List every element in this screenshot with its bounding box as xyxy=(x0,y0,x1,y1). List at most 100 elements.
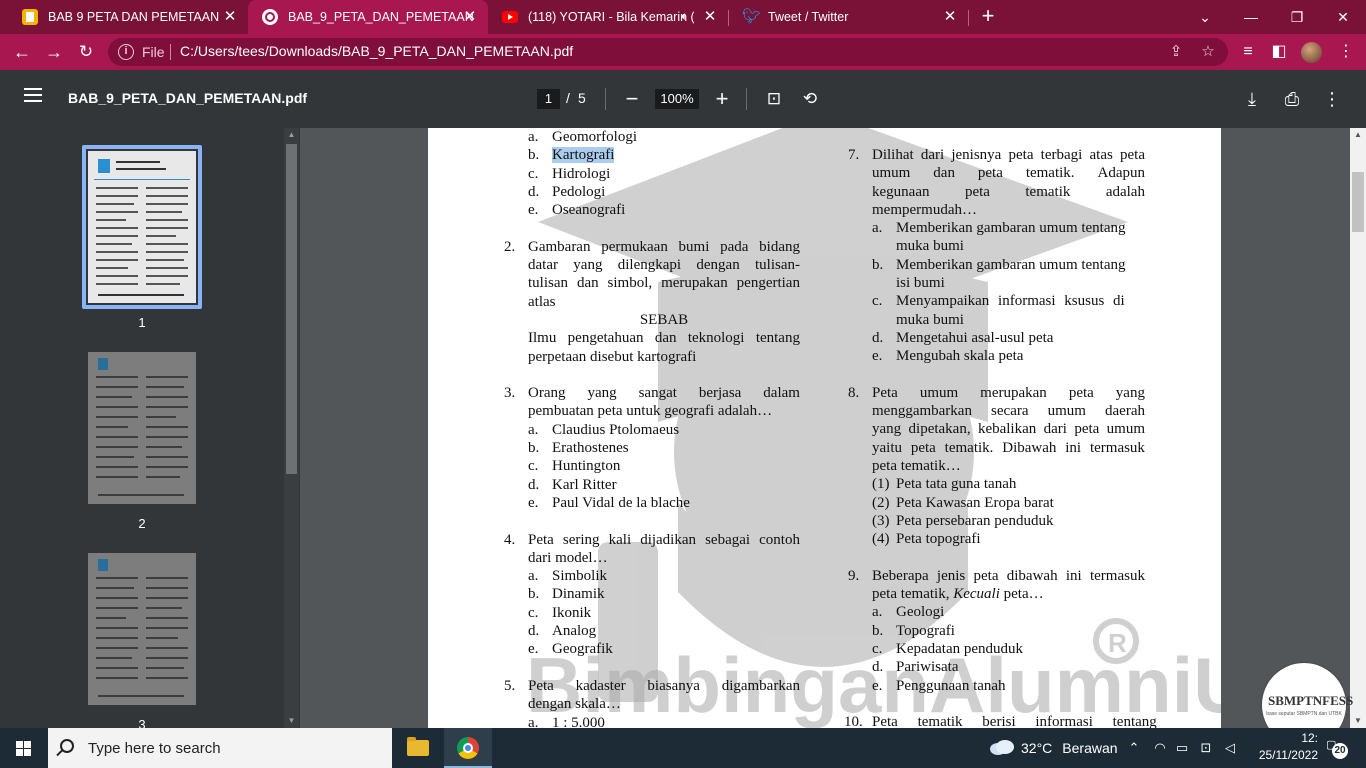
windows-logo-icon xyxy=(16,741,31,756)
scheme-label: File xyxy=(142,44,165,60)
zoom-level-input[interactable]: 100% xyxy=(655,89,699,109)
q1-option-c: c. Hidrologi xyxy=(528,165,611,182)
q9-option-b: b. Topografi xyxy=(872,622,955,639)
zoom-in-button[interactable]: + xyxy=(710,87,734,111)
cloud-weather-icon xyxy=(990,740,1014,755)
question-3-text: Orang yang sangat berjasa dalam pembuatan pe… xyxy=(528,385,800,420)
volume-icon[interactable]: ◁ xyxy=(1222,740,1238,756)
fit-to-page-icon[interactable]: ⊡ xyxy=(762,87,786,111)
scrollbar-thumb[interactable] xyxy=(1352,172,1364,232)
side-panel-icon[interactable]: ◧ xyxy=(1267,40,1291,64)
file-explorer-button[interactable] xyxy=(394,728,442,768)
toolbar: ← → ↻ i File C:/Users/tees/Downloads/BAB… xyxy=(0,34,1366,70)
new-tab-button[interactable]: + xyxy=(976,5,1000,29)
chrome-taskbar-button[interactable] xyxy=(444,728,492,768)
q3-option-a: a. Claudius Ptolomaeus xyxy=(528,421,680,438)
more-options-icon[interactable]: ⋮ xyxy=(1320,87,1344,111)
thumbnail-image xyxy=(88,151,196,303)
restore-button[interactable]: ❐ xyxy=(1274,0,1320,34)
hamburger-menu-icon[interactable] xyxy=(24,88,42,102)
thumbnail-label: 2 xyxy=(138,516,146,531)
pdf-filename: BAB_9_PETA_DAN_PEMETAAN.pdf xyxy=(68,90,308,106)
scrollbar-thumb[interactable] xyxy=(286,144,297,474)
close-icon[interactable]: ✕ xyxy=(702,9,718,25)
weather-temp: 32°C xyxy=(1021,740,1053,756)
close-window-button[interactable]: ✕ xyxy=(1320,0,1366,34)
tab-title: BAB_9_PETA_DAN_PEMETAAN.pd xyxy=(288,10,474,24)
youtube-icon xyxy=(502,11,518,23)
divider xyxy=(746,88,747,110)
q9-option-e: e. Penggunaan tanah xyxy=(872,677,1006,694)
chevron-up-icon[interactable]: ⌃ xyxy=(1126,740,1142,756)
scroll-down-arrow[interactable]: ▼ xyxy=(284,714,299,728)
q4-option-e: e. Geografik xyxy=(528,641,613,658)
tab-title: (118) YOTARI - Bila Kemarin ( xyxy=(528,10,694,24)
divider xyxy=(605,88,606,110)
q8-item-3: (3) Peta persebaran penduduk xyxy=(872,512,1054,529)
thumbnail-label: 1 xyxy=(138,315,146,330)
minimize-button[interactable]: — xyxy=(1228,0,1274,34)
tab-bab9-doc[interactable]: BAB 9 PETA DAN PEMETAAN ✕ xyxy=(8,0,248,34)
menu-kebab-icon[interactable]: ⋮ xyxy=(1334,40,1358,64)
profile-avatar[interactable] xyxy=(1301,42,1322,63)
tab-youtube[interactable]: (118) YOTARI - Bila Kemarin ( 🔈︎ ✕ xyxy=(488,0,728,34)
weather-text: Berawan xyxy=(1062,740,1118,756)
q4-option-d: d. Analog xyxy=(528,623,597,640)
notification-center-button[interactable]: ▢ 20 xyxy=(1326,738,1348,759)
download-icon[interactable]: ⤓ xyxy=(1240,87,1264,111)
badge-title: SBMPTNFESS xyxy=(1268,693,1354,708)
wifi-icon[interactable]: ◠ xyxy=(1152,740,1168,756)
pdf-viewer: R BimbinganAlumniUI a. Geomorfologi b. Kar… xyxy=(300,128,1350,728)
system-clock[interactable]: 12: 25/11/2022 xyxy=(1258,730,1318,764)
tab-search-button[interactable]: ⌄ xyxy=(1182,0,1228,34)
document-scrollbar[interactable]: ▲ ▼ xyxy=(1350,128,1366,728)
rotate-icon[interactable]: ⟲ xyxy=(798,87,822,111)
clock-time: 12: xyxy=(1301,731,1318,745)
tab-strip: BAB 9 PETA DAN PEMETAAN ✕ BAB_9_PETA_DAN… xyxy=(0,0,1366,34)
tab-twitter[interactable]: 🐦︎ Tweet / Twitter ✕ xyxy=(728,0,968,34)
sidebar-scrollbar[interactable]: ▲ ▼ xyxy=(284,128,299,728)
tab-divider xyxy=(968,10,969,26)
close-icon[interactable]: ✕ xyxy=(942,9,958,25)
q4-option-b: b. Dinamik xyxy=(528,586,605,603)
q1-option-e: e. Oseanografi xyxy=(528,202,626,219)
back-button[interactable]: ← xyxy=(10,40,34,64)
tab-pdf-active[interactable]: BAB_9_PETA_DAN_PEMETAAN.pd ✕ xyxy=(248,0,488,34)
close-icon[interactable]: ✕ xyxy=(462,9,478,25)
start-button[interactable] xyxy=(0,728,48,768)
close-icon[interactable]: ✕ xyxy=(222,9,238,25)
thumbnail-image xyxy=(88,352,196,504)
right-column: 7. Dilihat dari jenisnya peta terbagi atas pet… xyxy=(844,146,1157,728)
question-7-text: Dilihat dari jenisnya peta terbagi atas peta u… xyxy=(872,147,1145,218)
sebab-label: SEBAB xyxy=(639,311,689,328)
weather-widget[interactable]: 32°C Berawan xyxy=(1021,728,1118,768)
battery-icon[interactable]: ▭ xyxy=(1174,740,1190,756)
taskbar-search-box[interactable]: Type here to search xyxy=(48,728,392,768)
q3-option-b: b. Erathostenes xyxy=(528,440,629,457)
scroll-down-arrow[interactable]: ▼ xyxy=(1350,714,1366,728)
page-total: 5 xyxy=(578,90,586,106)
question-8-text: Peta umum merupakan peta yang menggambarkan s… xyxy=(872,384,1145,548)
address-bar[interactable]: i File C:/Users/tees/Downloads/BAB_9_PET… xyxy=(108,38,1228,66)
clock-date: 25/11/2022 xyxy=(1258,748,1318,762)
forward-button[interactable]: → xyxy=(42,40,66,64)
print-icon[interactable]: ⎙ xyxy=(1280,87,1304,111)
speaker-icon[interactable]: 🔈︎ xyxy=(681,9,688,24)
scroll-up-arrow[interactable]: ▲ xyxy=(1350,128,1366,142)
network-icon[interactable]: ⊡ xyxy=(1198,740,1214,756)
share-icon[interactable]: ⇪ xyxy=(1166,42,1186,62)
windows-taskbar: Type here to search 32°C Berawan ⌃ ◠ ▭ ⊡… xyxy=(0,728,1366,768)
info-icon[interactable]: i xyxy=(118,44,134,60)
page-number-input[interactable]: 1 xyxy=(537,89,560,109)
scroll-up-arrow[interactable]: ▲ xyxy=(284,128,299,142)
reload-button[interactable]: ↻ xyxy=(74,40,98,64)
selected-text[interactable]: Kartografi xyxy=(552,147,615,164)
page-separator: / xyxy=(566,90,570,106)
url-text[interactable]: C:/Users/tees/Downloads/BAB_9_PETA_DAN_P… xyxy=(180,43,573,59)
zoom-out-button[interactable]: − xyxy=(620,87,644,111)
q8-item-4: (4) Peta topografi xyxy=(872,531,981,548)
q7-option-a: a. Memberikan gambaran umum tentang xyxy=(872,220,1126,237)
bookmark-star-icon[interactable]: ☆ xyxy=(1198,42,1218,62)
media-control-icon[interactable]: ≡ xyxy=(1236,40,1260,64)
search-placeholder: Type here to search xyxy=(88,740,221,757)
